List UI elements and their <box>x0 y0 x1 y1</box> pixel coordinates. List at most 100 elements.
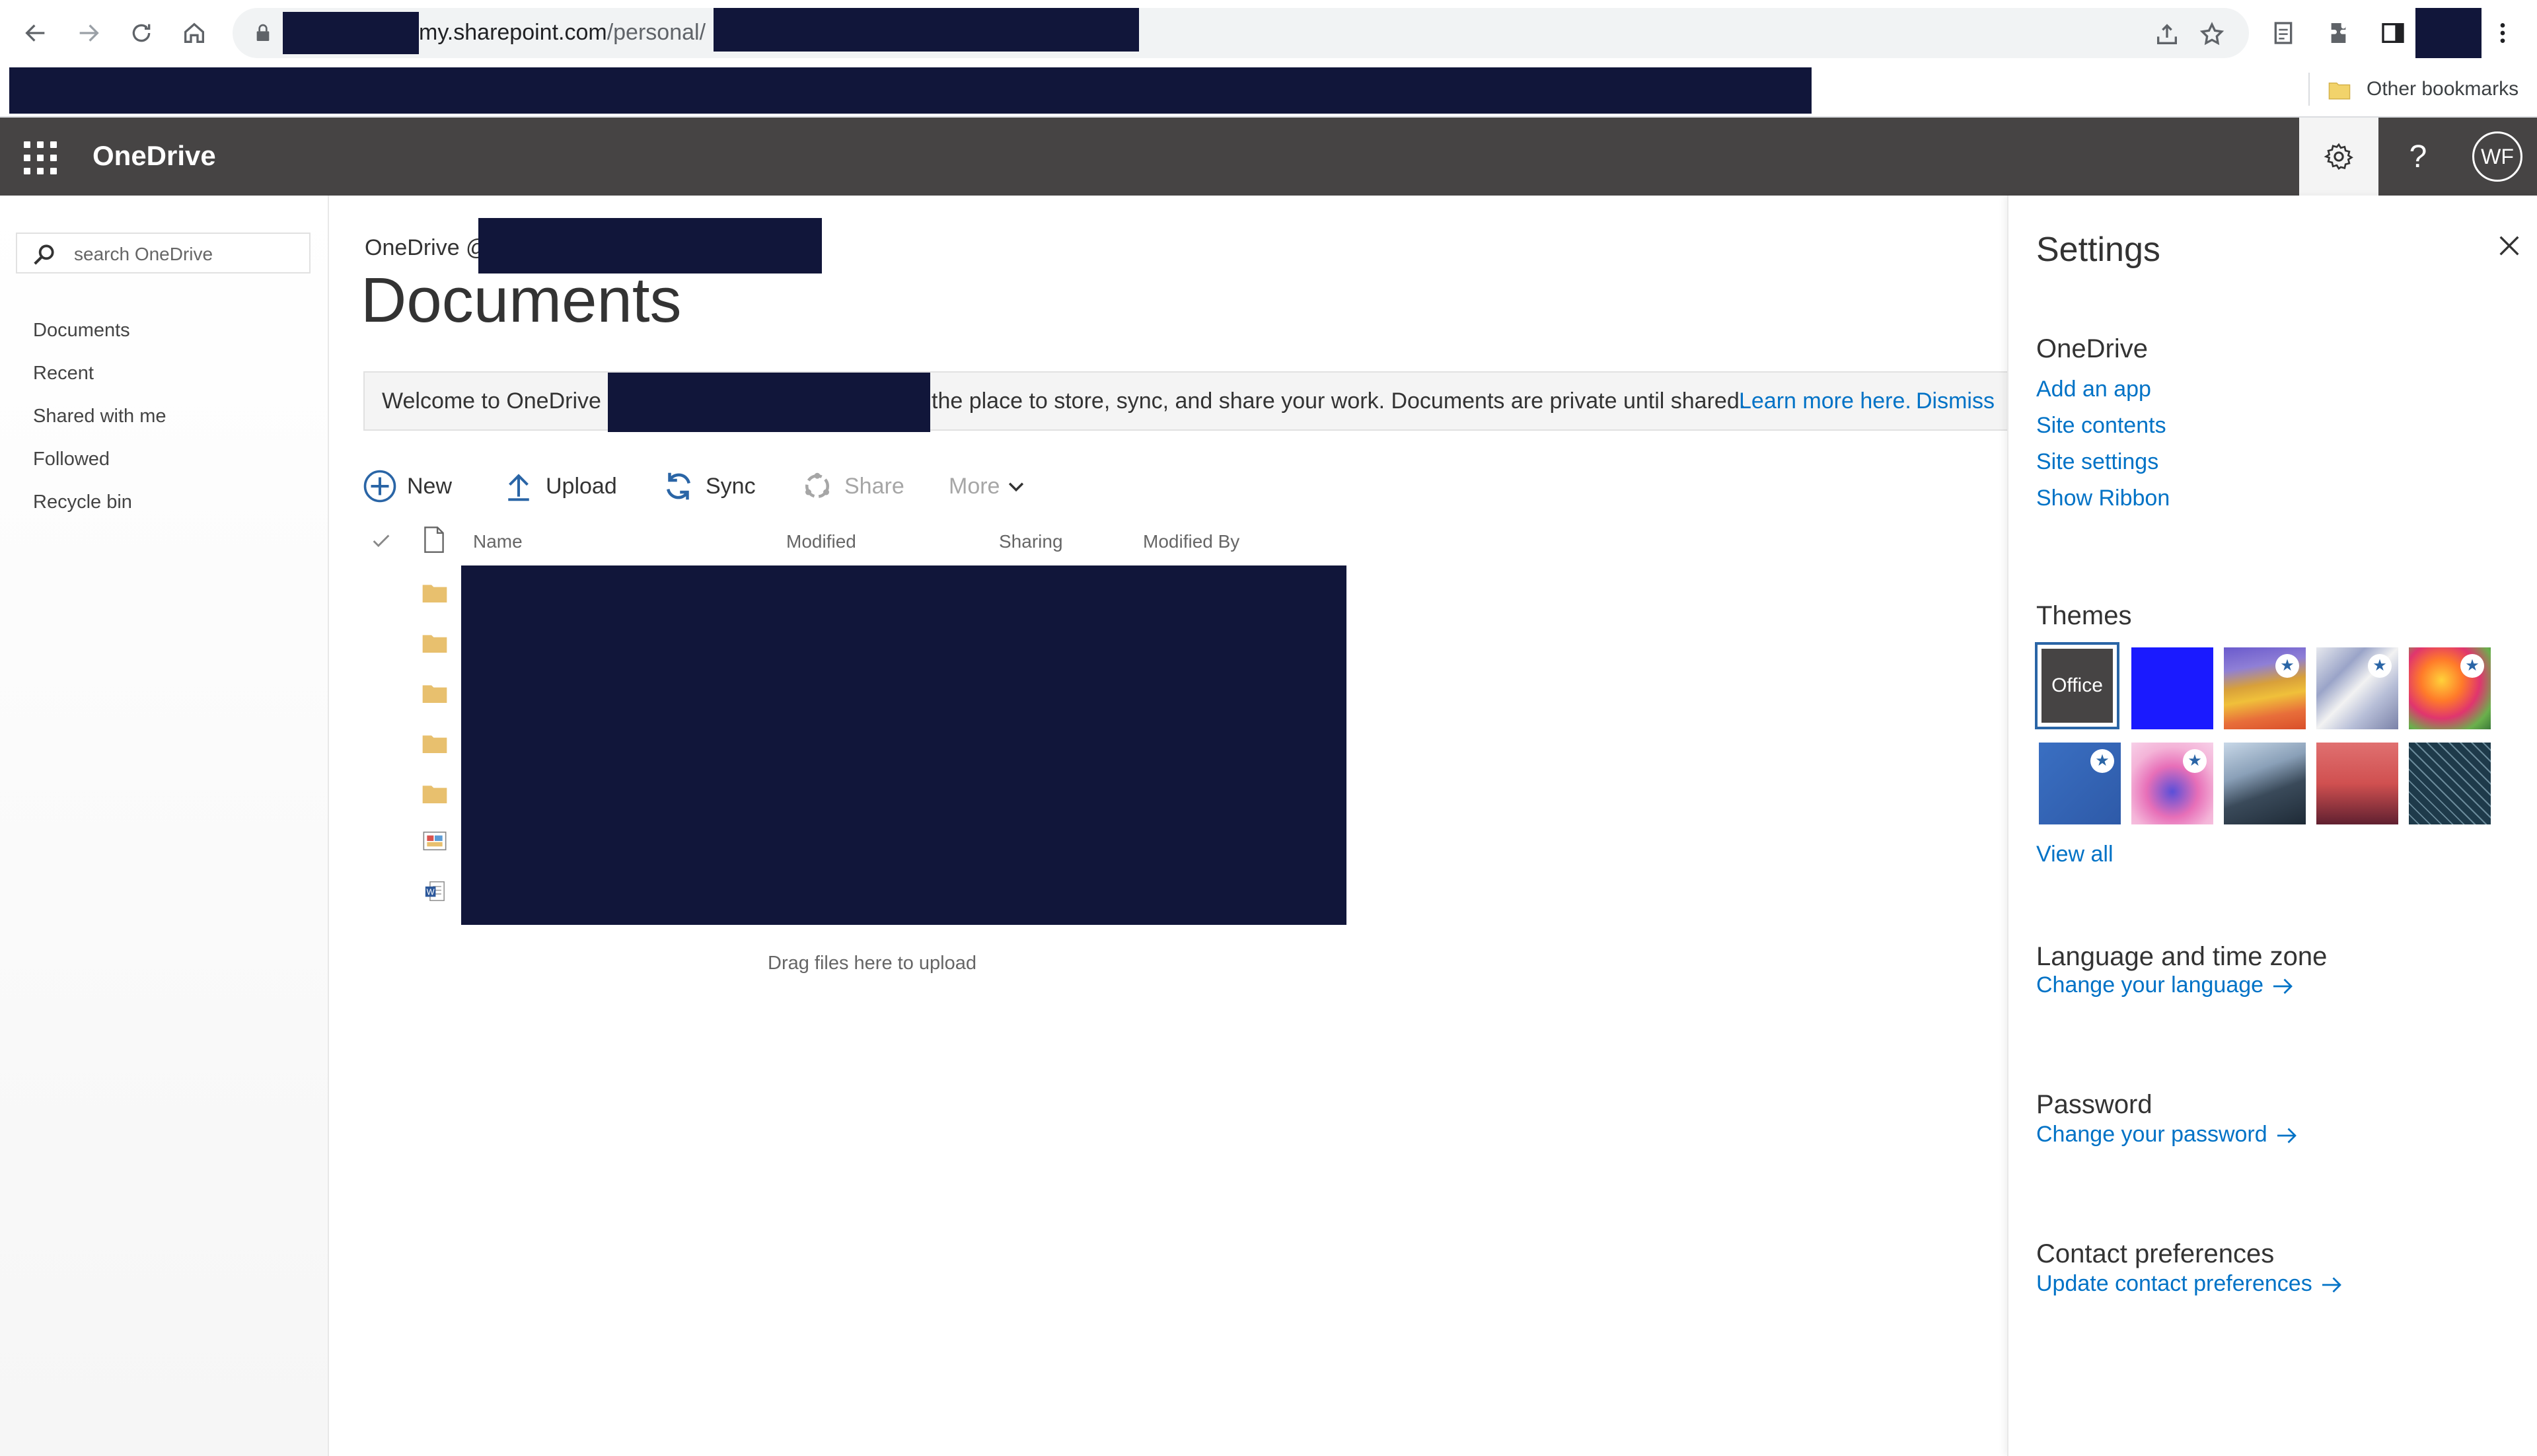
folder-icon[interactable] <box>422 632 448 654</box>
nav-item-shared-with-me[interactable]: Shared with me <box>33 406 166 427</box>
share-page-icon[interactable] <box>2154 21 2180 48</box>
column-modified-by[interactable]: Modified By <box>1143 531 1239 552</box>
other-bookmarks-link[interactable]: Other bookmarks <box>2367 78 2519 100</box>
back-button[interactable] <box>17 15 54 52</box>
upload-label: Upload <box>546 473 617 499</box>
column-name[interactable]: Name <box>473 531 523 552</box>
new-button[interactable]: New <box>362 464 452 509</box>
app-root: my.sharepoint.com/personal/ Other bookma… <box>0 0 2537 1456</box>
learn-more-link[interactable]: Learn more here. <box>1739 388 1911 414</box>
redacted-block <box>608 373 930 432</box>
account-button[interactable]: WF <box>2458 118 2537 196</box>
theme-office-label: Office <box>2040 647 2114 724</box>
banner-message: the place to store, sync, and share your… <box>932 388 1746 414</box>
add-an-app-link[interactable]: Add an app <box>2036 377 2151 402</box>
back-arrow-icon <box>25 24 45 42</box>
reader-extension-icon[interactable] <box>2265 15 2302 52</box>
app-name[interactable]: OneDrive <box>92 140 216 172</box>
theme-blue[interactable] <box>2131 647 2213 729</box>
url-domain: my.sharepoint.com <box>419 20 607 45</box>
search-input[interactable] <box>73 242 300 267</box>
change-language-link[interactable]: Change your language <box>2036 972 2295 998</box>
home-icon <box>184 22 204 43</box>
folder-icon[interactable] <box>422 782 448 805</box>
drag-upload-hint: Drag files here to upload <box>768 953 976 974</box>
more-label: More <box>949 473 1000 499</box>
theme-blueprint[interactable]: ★ <box>2039 743 2121 824</box>
arrow-right-icon <box>2273 978 2293 994</box>
site-settings-link[interactable]: Site settings <box>2036 449 2158 475</box>
nav-item-documents[interactable]: Documents <box>33 320 130 342</box>
url-path: /personal/ <box>607 20 706 45</box>
side-panel-icon[interactable] <box>2374 15 2411 52</box>
update-contact-preferences-label: Update contact preferences <box>2036 1271 2312 1296</box>
view-all-themes-link[interactable]: View all <box>2036 842 2114 867</box>
app-launcher-icon[interactable] <box>20 137 58 176</box>
column-sharing[interactable]: Sharing <box>999 531 1063 552</box>
new-label: New <box>407 473 453 499</box>
upload-button[interactable]: Upload <box>501 464 617 509</box>
welcome-banner: Welcome to OneDrive @ the place to store… <box>363 371 2015 432</box>
nav-item-followed[interactable]: Followed <box>33 449 110 470</box>
image-file-icon[interactable] <box>422 830 448 852</box>
folder-icon[interactable] <box>422 732 448 754</box>
address-bar[interactable]: my.sharepoint.com/personal/ <box>233 8 2249 58</box>
select-all-checkmark-icon[interactable] <box>370 530 392 552</box>
change-password-link[interactable]: Change your password <box>2036 1122 2299 1147</box>
share-label: Share <box>844 473 904 499</box>
theme-mountains[interactable] <box>2224 743 2306 824</box>
plus-circle-icon <box>363 470 396 503</box>
extensions-puzzle-icon[interactable] <box>2322 15 2359 52</box>
search-box[interactable] <box>16 233 311 273</box>
folder-icon[interactable] <box>422 682 448 704</box>
help-icon: ? <box>2409 139 2427 174</box>
nav-item-recent[interactable]: Recent <box>33 363 94 384</box>
bookmark-star-icon[interactable] <box>2199 21 2225 48</box>
star-icon: ★ <box>2368 654 2392 678</box>
reload-icon <box>132 24 151 42</box>
sync-button[interactable]: Sync <box>661 464 756 509</box>
browser-menu-icon[interactable] <box>2484 15 2521 52</box>
banner-prefix: Welcome to OneDrive @ <box>382 388 630 414</box>
help-button[interactable]: ? <box>2378 118 2458 196</box>
share-icon <box>805 472 829 498</box>
password-section-heading: Password <box>2036 1090 2152 1119</box>
column-modified[interactable]: Modified <box>786 531 856 552</box>
gear-icon <box>2324 143 2353 170</box>
left-navigation: Documents Recent Shared with me Followed… <box>0 196 329 1456</box>
upload-icon <box>508 474 529 501</box>
word-document-icon[interactable]: W <box>422 880 448 902</box>
site-contents-link[interactable]: Site contents <box>2036 413 2166 439</box>
theme-palm-sunset[interactable] <box>2316 743 2398 824</box>
theme-floral[interactable]: ★ <box>2409 647 2491 729</box>
theme-candy[interactable]: ★ <box>2131 743 2213 824</box>
home-button[interactable] <box>176 15 213 52</box>
folder-icon[interactable] <box>422 581 448 604</box>
redacted-block <box>714 8 1139 52</box>
dismiss-link[interactable]: Dismiss <box>1916 388 1995 414</box>
theme-silver-swirl[interactable]: ★ <box>2316 647 2398 729</box>
reload-button[interactable] <box>123 15 160 52</box>
nav-item-recycle-bin[interactable]: Recycle bin <box>33 491 132 513</box>
arrow-right-icon <box>2322 1277 2341 1293</box>
update-contact-preferences-link[interactable]: Update contact preferences <box>2036 1271 2344 1297</box>
more-button[interactable]: More <box>949 464 1037 509</box>
close-icon[interactable] <box>2496 233 2522 259</box>
show-ribbon-link[interactable]: Show Ribbon <box>2036 486 2170 511</box>
theme-circuit[interactable] <box>2409 743 2491 824</box>
share-button[interactable]: Share <box>799 464 904 509</box>
sync-icon <box>667 472 690 500</box>
theme-office[interactable]: Office <box>2035 642 2119 729</box>
redacted-profile <box>2415 8 2482 58</box>
theme-sunset-stripes[interactable]: ★ <box>2224 647 2306 729</box>
language-section-heading: Language and time zone <box>2036 942 2328 971</box>
breadcrumb[interactable]: OneDrive @ <box>365 235 489 261</box>
settings-title: Settings <box>2036 231 2160 269</box>
lock-icon <box>256 24 270 41</box>
settings-button[interactable] <box>2299 118 2378 196</box>
onedrive-section-heading: OneDrive <box>2036 334 2148 363</box>
forward-button[interactable] <box>70 15 107 52</box>
redacted-file-list <box>461 565 1346 925</box>
bookmarks-divider <box>2308 73 2310 106</box>
star-icon: ★ <box>2275 654 2299 678</box>
